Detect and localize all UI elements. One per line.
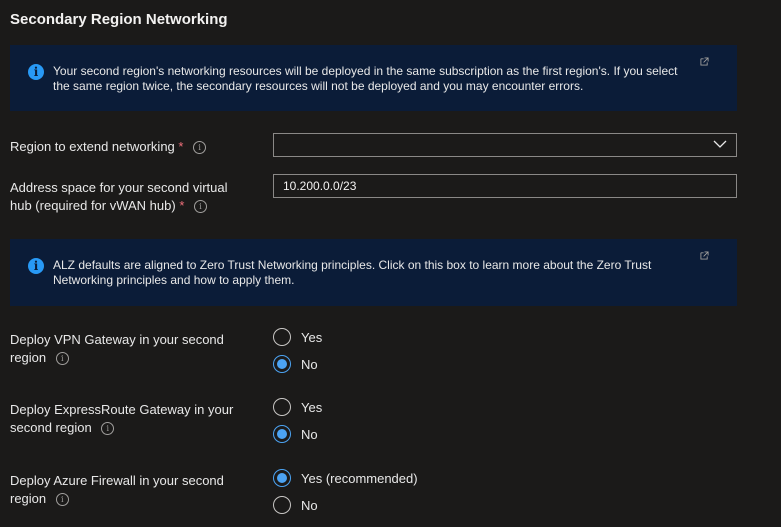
radio-label: No bbox=[301, 497, 318, 513]
info-text-line: Your second region's networking resource… bbox=[53, 64, 678, 78]
radio-label: Yes bbox=[301, 329, 323, 345]
region-field-label: Region to extend networking * i bbox=[10, 138, 260, 156]
address-space-input[interactable]: 10.200.0.0/23 bbox=[273, 174, 737, 198]
radio-label: No bbox=[301, 356, 318, 372]
address-field-label: Address space for your second virtual hu… bbox=[10, 179, 260, 215]
external-link-icon[interactable] bbox=[700, 57, 709, 66]
address-label-line: Address space for your second virtual bbox=[10, 180, 228, 195]
info-text-line: ALZ defaults are aligned to Zero Trust N… bbox=[53, 258, 652, 272]
required-mark: * bbox=[179, 198, 185, 213]
radio-circle[interactable] bbox=[273, 398, 291, 416]
radio-circle[interactable] bbox=[273, 496, 291, 514]
vpn-gateway-label: Deploy VPN Gateway in your second region… bbox=[10, 331, 260, 367]
radio-label: No bbox=[301, 426, 318, 442]
info-text-line: the same region twice, the secondary res… bbox=[53, 79, 584, 93]
info-tooltip-icon[interactable]: i bbox=[194, 200, 208, 214]
subscription-info-box[interactable]: i Your second region's networking resour… bbox=[10, 45, 737, 111]
vpn-yes-radio[interactable]: Yes bbox=[273, 327, 322, 347]
firewall-label-line: Deploy Azure Firewall in your second bbox=[10, 473, 224, 488]
radio-label: Yes (recommended) bbox=[301, 470, 418, 486]
info-icon: i bbox=[28, 258, 44, 274]
info-icon: i bbox=[28, 64, 44, 80]
radio-circle[interactable] bbox=[273, 355, 291, 373]
subscription-info-text: Your second region's networking resource… bbox=[53, 64, 713, 94]
firewall-yes-radio[interactable]: Yes (recommended) bbox=[273, 468, 418, 488]
required-mark: * bbox=[178, 139, 184, 154]
info-tooltip-icon[interactable]: i bbox=[193, 141, 207, 155]
zero-trust-info-box[interactable]: i ALZ defaults are aligned to Zero Trust… bbox=[10, 239, 737, 306]
expressroute-label-line: Deploy ExpressRoute Gateway in your bbox=[10, 402, 234, 417]
expressroute-no-radio[interactable]: No bbox=[273, 424, 318, 444]
radio-circle[interactable] bbox=[273, 469, 291, 487]
vpn-label-line: Deploy VPN Gateway in your second bbox=[10, 332, 224, 347]
info-tooltip-icon[interactable]: i bbox=[101, 422, 115, 436]
region-label-text: Region to extend networking bbox=[10, 139, 175, 154]
radio-circle[interactable] bbox=[273, 425, 291, 443]
radio-label: Yes bbox=[301, 399, 323, 415]
firewall-no-radio[interactable]: No bbox=[273, 495, 318, 515]
info-tooltip-icon[interactable]: i bbox=[55, 493, 69, 507]
info-tooltip-icon[interactable]: i bbox=[55, 352, 69, 366]
radio-circle[interactable] bbox=[273, 328, 291, 346]
expressroute-yes-radio[interactable]: Yes bbox=[273, 397, 322, 417]
azure-firewall-label: Deploy Azure Firewall in your second reg… bbox=[10, 472, 260, 508]
chevron-down-icon bbox=[713, 140, 727, 148]
expressroute-label-line: second region bbox=[10, 420, 92, 435]
region-select[interactable] bbox=[273, 133, 737, 157]
vpn-label-line: region bbox=[10, 350, 47, 365]
address-label-line: hub (required for vWAN hub) bbox=[10, 198, 176, 213]
vpn-no-radio[interactable]: No bbox=[273, 354, 318, 374]
zero-trust-info-text: ALZ defaults are aligned to Zero Trust N… bbox=[53, 258, 713, 288]
firewall-label-line: region bbox=[10, 491, 47, 506]
info-text-line: Networking principles and how to apply t… bbox=[53, 273, 295, 287]
external-link-icon[interactable] bbox=[700, 251, 709, 260]
section-title: Secondary Region Networking bbox=[10, 11, 228, 28]
expressroute-gateway-label: Deploy ExpressRoute Gateway in your seco… bbox=[10, 401, 260, 437]
